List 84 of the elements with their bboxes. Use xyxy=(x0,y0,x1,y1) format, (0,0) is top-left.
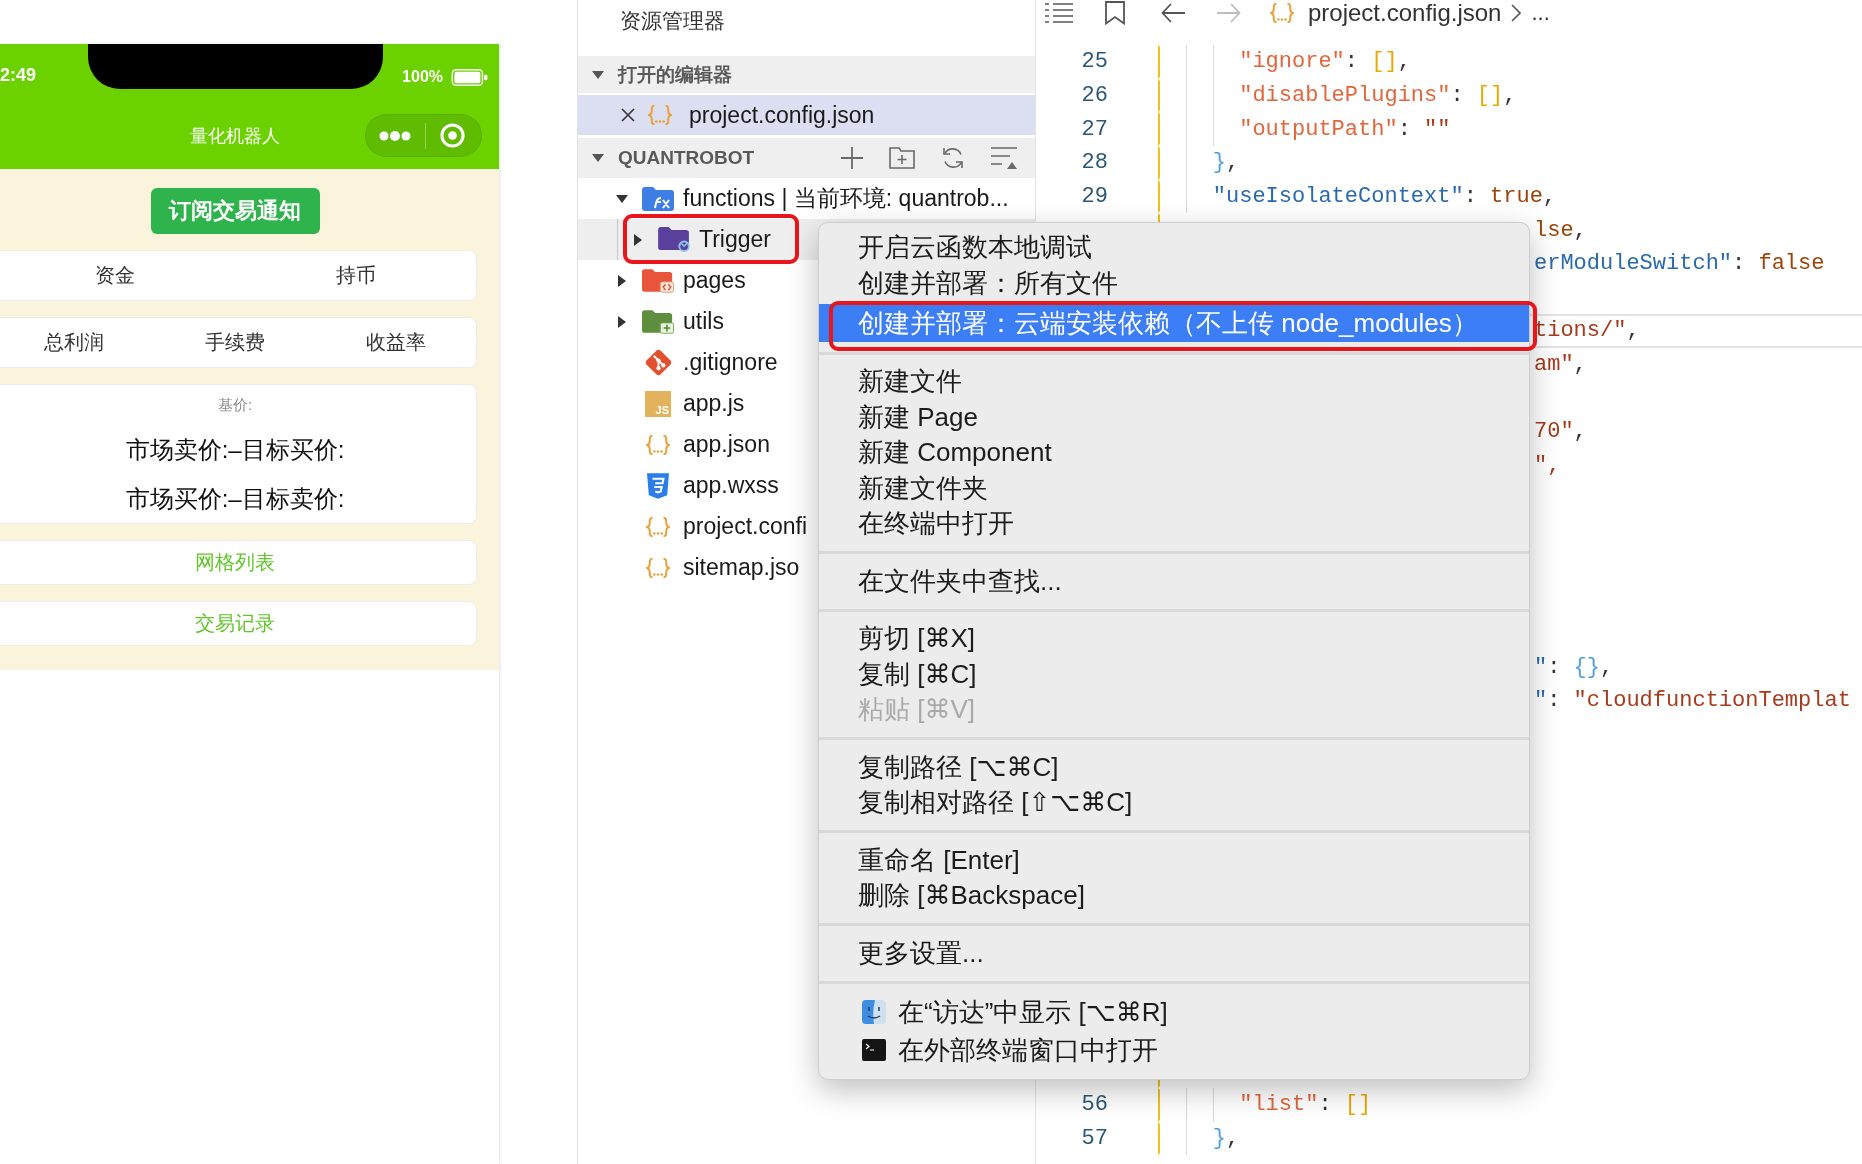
folder-icon xyxy=(642,268,674,293)
battery-percent: 100% xyxy=(402,68,443,86)
braces-icon xyxy=(644,433,672,456)
breadcrumb-file[interactable]: project.config.json xyxy=(1308,1,1502,25)
code-line: ": {}, xyxy=(1534,654,1614,680)
folder-icon xyxy=(642,309,674,334)
menu-item[interactable]: 在“访达”中显示 [⌥⌘R] xyxy=(819,993,1529,1031)
status-time: 2:49 xyxy=(0,64,37,86)
chevron-right-icon xyxy=(1511,4,1522,22)
nav-title: 量化机器人 xyxy=(190,124,280,148)
bookmark-icon[interactable] xyxy=(1105,1,1125,25)
stat-label: 资金 xyxy=(94,263,135,288)
menu-item[interactable]: 新建文件 xyxy=(819,364,1529,400)
face-tile-icon xyxy=(862,1000,886,1024)
stat-label: 总利润 xyxy=(44,330,105,355)
folder-icon xyxy=(658,227,690,252)
line-number: 26 xyxy=(1081,82,1108,108)
code-line: "disablePlugins": [], xyxy=(1239,82,1517,108)
open-editor-item[interactable]: project.config.json xyxy=(578,95,1035,135)
stat-label: 手续费 xyxy=(205,330,265,355)
panel-title: 资源管理器 xyxy=(620,9,725,32)
code-line: "useIsolateContext": true, xyxy=(1212,183,1557,209)
code-line: }, xyxy=(1212,150,1240,176)
close-icon[interactable] xyxy=(621,108,635,122)
code-line: "list": [] xyxy=(1239,1092,1372,1118)
line-number: 29 xyxy=(1081,183,1108,209)
script-file-icon: JS xyxy=(645,390,671,417)
menu-item[interactable]: 新建文件夹 xyxy=(819,470,1529,506)
breadcrumb-more[interactable]: ... xyxy=(1531,1,1550,25)
folder-plus-icon[interactable] xyxy=(889,147,915,169)
menu-item[interactable]: 更多设置... xyxy=(819,935,1529,971)
menu-item[interactable]: 复制相对路径 [⇧⌥⌘C] xyxy=(819,785,1529,821)
line-number: 57 xyxy=(1081,1125,1108,1151)
menu-item[interactable]: 在终端中打开 xyxy=(819,506,1529,542)
menu-item[interactable]: 创建并部署：云端安装依赖（不上传 node_modules） xyxy=(819,304,1529,342)
stat-label: 收益率 xyxy=(365,330,426,355)
menu-item[interactable]: 在文件夹中查找... xyxy=(819,563,1529,599)
list-icon[interactable] xyxy=(1045,3,1073,23)
menu-item[interactable]: 复制路径 [⌥⌘C] xyxy=(819,749,1529,785)
shield-icon xyxy=(647,472,669,499)
stat-label: 持币 xyxy=(335,263,376,288)
battery-icon xyxy=(451,68,488,86)
price-line: 市场卖价:–目标买价: xyxy=(125,435,345,465)
terminal-icon xyxy=(862,1039,886,1061)
braces-icon xyxy=(644,556,672,579)
menu-item[interactable]: 删除 [⌘Backspace] xyxy=(819,878,1529,914)
section-header[interactable]: 打开的编辑器 xyxy=(578,56,1035,93)
menu-item[interactable]: 重命名 [Enter] xyxy=(819,842,1529,878)
code-line: ", xyxy=(1534,453,1561,478)
menu-item[interactable]: 复制 [⌘C] xyxy=(819,656,1529,692)
code-line: am", xyxy=(1534,352,1587,378)
code-line: tions/", xyxy=(1534,318,1640,344)
ring-dot-icon[interactable] xyxy=(440,123,465,148)
branch-diamond-icon xyxy=(644,349,672,376)
menu-item[interactable]: 新建 Page xyxy=(819,399,1529,435)
braces-icon xyxy=(1268,2,1296,24)
price-line: 市场买价:–目标卖价: xyxy=(125,484,345,514)
refresh-icon[interactable] xyxy=(941,146,965,170)
menu-item[interactable]: 创建并部署：所有文件 xyxy=(819,265,1529,301)
code-line: lse, xyxy=(1534,217,1587,243)
section-header[interactable]: QUANTROBOT xyxy=(578,138,1035,178)
braces-icon xyxy=(646,104,674,126)
line-number: 56 xyxy=(1081,1092,1108,1118)
code-line: 70", xyxy=(1534,419,1587,445)
line-number: 28 xyxy=(1081,150,1108,176)
menu-item[interactable]: 新建 Component xyxy=(819,435,1529,471)
code-line: ": "cloudfunctionTemplat xyxy=(1534,688,1851,714)
back-arrow-icon[interactable] xyxy=(1161,3,1185,23)
code-line: erModuleSwitch": false xyxy=(1534,251,1825,277)
project-title: QUANTROBOT xyxy=(618,147,755,169)
base-price-label: 基价: xyxy=(217,395,253,415)
code-line: }, xyxy=(1212,1125,1240,1151)
folder-icon xyxy=(642,186,674,211)
braces-icon xyxy=(644,515,672,538)
menu-item[interactable]: 剪切 [⌘X] xyxy=(819,621,1529,657)
more-icon[interactable] xyxy=(379,130,411,141)
line-number: 27 xyxy=(1081,116,1108,142)
code-line: "outputPath": "" xyxy=(1239,116,1451,142)
code-line: "ignore": [], xyxy=(1239,49,1411,75)
menu-item[interactable]: 在外部终端窗口中打开 xyxy=(819,1031,1529,1069)
collapse-all-icon[interactable] xyxy=(991,147,1017,169)
plus-icon[interactable] xyxy=(841,147,863,169)
tree-item[interactable]: functions | 当前环境: quantrob... xyxy=(578,178,1035,219)
line-number: 25 xyxy=(1081,49,1108,75)
